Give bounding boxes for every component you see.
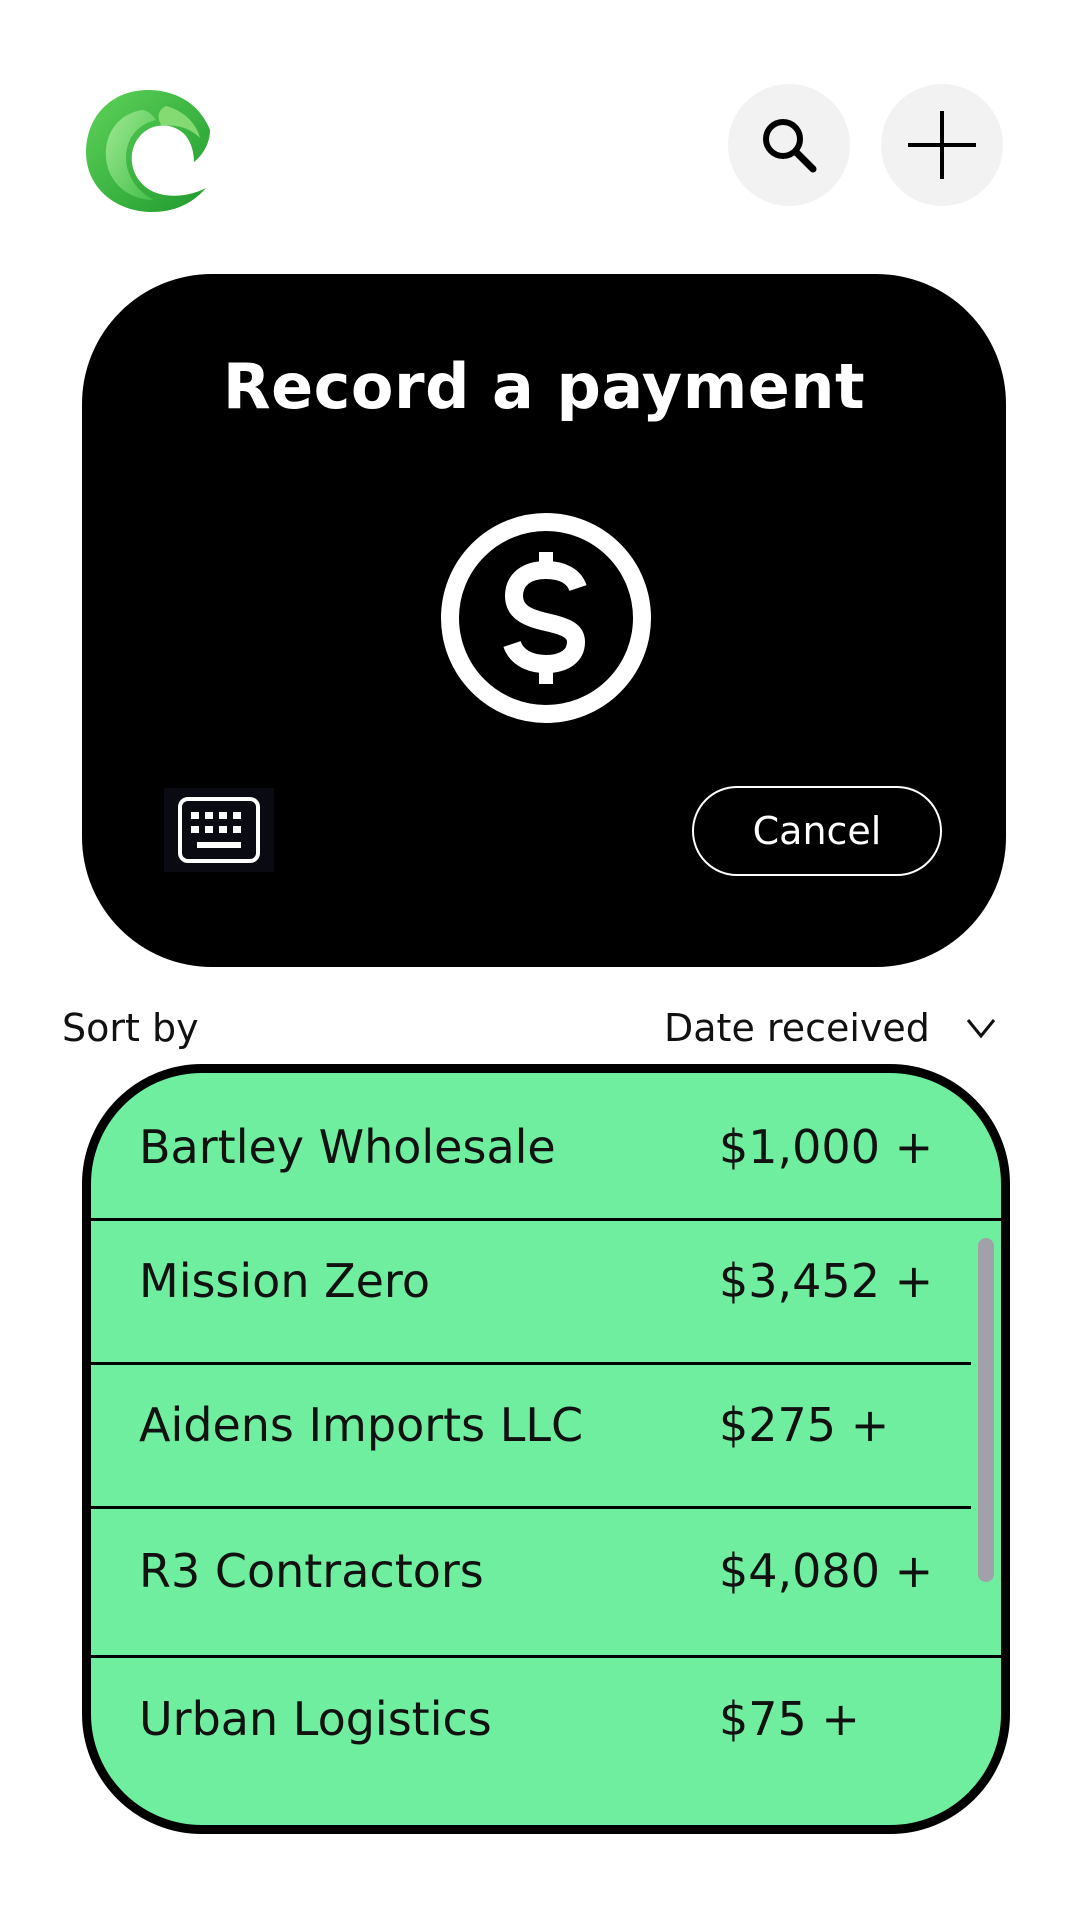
list-item[interactable]: Aidens Imports LLC $275 + xyxy=(91,1365,1001,1485)
card-title: Record a payment xyxy=(222,350,866,423)
list-item[interactable]: Mission Zero $3,452 + xyxy=(91,1221,1001,1341)
list-item[interactable]: Urban Logistics $75 + xyxy=(91,1659,1001,1779)
sort-selected-value: Date received xyxy=(664,1006,930,1050)
payment-amount: $4,080 + xyxy=(719,1544,934,1598)
sort-dropdown[interactable]: Date received xyxy=(664,1000,1004,1056)
payer-name: R3 Contractors xyxy=(139,1544,484,1598)
payment-amount: $1,000 + xyxy=(719,1120,934,1174)
chevron-down-icon xyxy=(966,1019,996,1039)
row-divider xyxy=(91,1506,971,1509)
keyboard-icon[interactable] xyxy=(164,788,274,872)
dollar-circle-icon[interactable] xyxy=(440,512,652,724)
payer-name: Bartley Wholesale xyxy=(139,1120,556,1174)
payer-name: Mission Zero xyxy=(139,1254,430,1308)
payment-amount: $275 + xyxy=(719,1398,890,1452)
payment-amount: $3,452 + xyxy=(719,1254,934,1308)
list-item[interactable]: R3 Contractors $4,080 + xyxy=(91,1511,1001,1631)
record-payment-card: Record a payment Cancel xyxy=(82,274,1006,967)
payer-name: Aidens Imports LLC xyxy=(139,1398,584,1452)
search-button[interactable] xyxy=(728,84,850,206)
search-icon xyxy=(763,119,817,173)
app-screen: Record a payment Cancel Sort by Date rec… xyxy=(0,0,1080,1920)
row-divider xyxy=(91,1655,1001,1658)
plus-icon xyxy=(908,111,976,179)
payment-amount: $75 + xyxy=(719,1692,860,1746)
add-button[interactable] xyxy=(881,84,1003,206)
cancel-button[interactable]: Cancel xyxy=(692,786,942,876)
sort-by-label: Sort by xyxy=(62,1006,199,1050)
payments-list: Bartley Wholesale $1,000 + Mission Zero … xyxy=(82,1064,1010,1834)
wave-c-logo-icon xyxy=(82,84,214,216)
payer-name: Urban Logistics xyxy=(139,1692,492,1746)
list-scrollbar[interactable] xyxy=(978,1238,994,1582)
list-item[interactable]: Bartley Wholesale $1,000 + xyxy=(91,1087,1001,1207)
